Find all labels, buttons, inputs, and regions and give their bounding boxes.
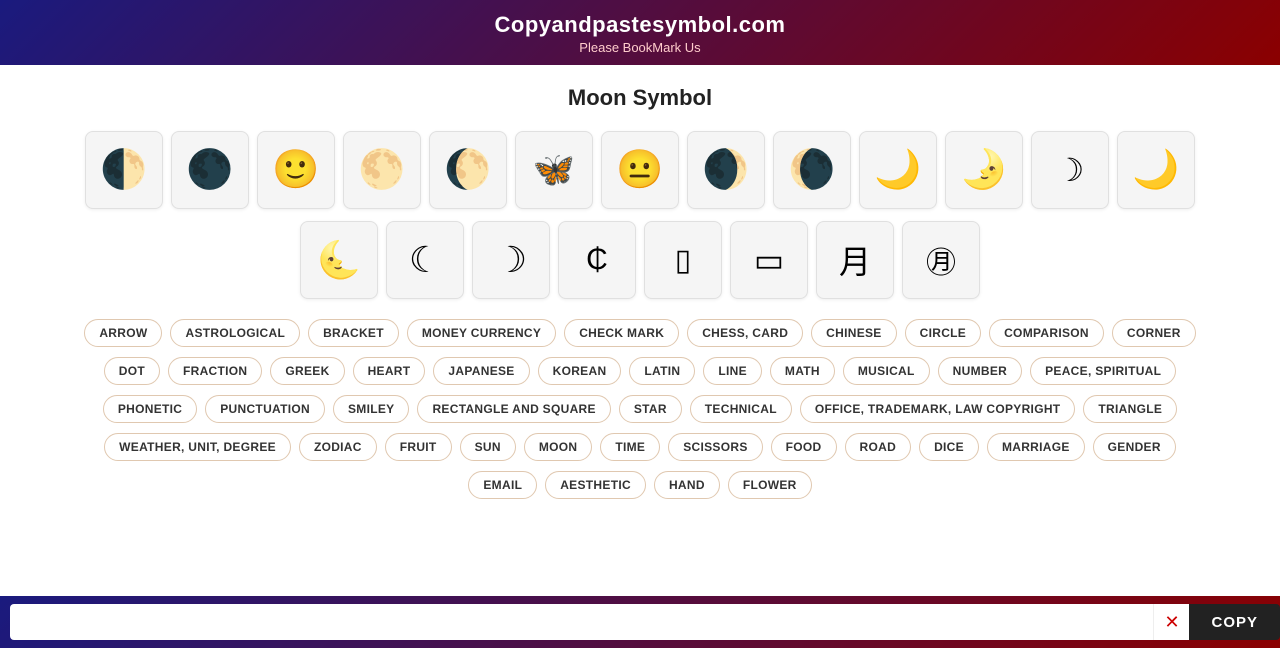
category-phonetic[interactable]: PHONETIC <box>103 395 197 423</box>
category-zodiac[interactable]: ZODIAC <box>299 433 377 461</box>
category-arrow[interactable]: ARROW <box>84 319 162 347</box>
category-star[interactable]: STAR <box>619 395 682 423</box>
site-subtitle: Please BookMark Us <box>0 40 1280 55</box>
category-latin[interactable]: LATIN <box>629 357 695 385</box>
symbol-cell[interactable]: ☽ <box>472 221 550 299</box>
symbol-row-1: 🌓 🌑 🙂 🌕 🌔 🦋 😐 🌒 🌘 🌙 🌛 ☽ 🌙 <box>30 131 1250 209</box>
symbol-cell[interactable]: ▭ <box>730 221 808 299</box>
category-aesthetic[interactable]: AESTHETIC <box>545 471 646 499</box>
category-dot[interactable]: DOT <box>104 357 160 385</box>
page-title: Moon Symbol <box>30 85 1250 111</box>
category-row-3: PHONETIC PUNCTUATION SMILEY RECTANGLE AN… <box>30 395 1250 423</box>
symbol-cell[interactable]: 🌓 <box>85 131 163 209</box>
site-title: Copyandpastesymbol.com <box>0 12 1280 38</box>
category-flower[interactable]: FLOWER <box>728 471 812 499</box>
category-time[interactable]: TIME <box>600 433 660 461</box>
category-dice[interactable]: DICE <box>919 433 979 461</box>
symbol-cell[interactable]: 🙂 <box>257 131 335 209</box>
category-sun[interactable]: SUN <box>460 433 516 461</box>
clear-button[interactable]: ✕ <box>1153 604 1189 640</box>
symbol-cell[interactable]: ㊊ <box>902 221 980 299</box>
symbol-cell[interactable]: 🌔 <box>429 131 507 209</box>
category-number[interactable]: NUMBER <box>938 357 1022 385</box>
category-chess-card[interactable]: CHESS, CARD <box>687 319 803 347</box>
symbol-cell[interactable]: ☾ <box>386 221 464 299</box>
copy-button[interactable]: COPY <box>1189 604 1280 640</box>
main-content: Moon Symbol 🌓 🌑 🙂 🌕 🌔 🦋 😐 🌒 🌘 🌙 🌛 ☽ 🌙 🌜 … <box>0 65 1280 596</box>
symbol-cell[interactable]: 🌒 <box>687 131 765 209</box>
symbol-cell[interactable]: 🌙 <box>859 131 937 209</box>
symbol-cell[interactable]: 🌛 <box>945 131 1023 209</box>
category-heart[interactable]: HEART <box>353 357 426 385</box>
category-circle[interactable]: CIRCLE <box>905 319 981 347</box>
category-korean[interactable]: KOREAN <box>538 357 622 385</box>
site-header: Copyandpastesymbol.com Please BookMark U… <box>0 0 1280 65</box>
category-row-2: DOT FRACTION GREEK HEART JAPANESE KOREAN… <box>30 357 1250 385</box>
category-triangle[interactable]: TRIANGLE <box>1083 395 1177 423</box>
symbol-row-2: 🌜 ☾ ☽ ₵ ▯ ▭ 月 ㊊ <box>30 221 1250 299</box>
category-math[interactable]: MATH <box>770 357 835 385</box>
category-row-1: ARROW ASTROLOGICAL BRACKET MONEY CURRENC… <box>30 319 1250 347</box>
category-line[interactable]: LINE <box>703 357 762 385</box>
symbol-cell[interactable]: 🦋 <box>515 131 593 209</box>
category-technical[interactable]: TECHNICAL <box>690 395 792 423</box>
category-road[interactable]: ROAD <box>845 433 912 461</box>
symbol-cell[interactable]: 🌙 <box>1117 131 1195 209</box>
symbol-cell[interactable]: 😐 <box>601 131 679 209</box>
categories-section: ARROW ASTROLOGICAL BRACKET MONEY CURRENC… <box>30 319 1250 499</box>
category-weather[interactable]: WEATHER, UNIT, DEGREE <box>104 433 291 461</box>
symbol-cell[interactable]: 月 <box>816 221 894 299</box>
symbol-cell[interactable]: ₵ <box>558 221 636 299</box>
category-bracket[interactable]: BRACKET <box>308 319 399 347</box>
category-punctuation[interactable]: PUNCTUATION <box>205 395 325 423</box>
category-email[interactable]: EMAIL <box>468 471 537 499</box>
category-corner[interactable]: CORNER <box>1112 319 1196 347</box>
symbol-cell[interactable]: 🌕 <box>343 131 421 209</box>
category-money-currency[interactable]: MONEY CURRENCY <box>407 319 556 347</box>
bottom-bar: ✕ COPY <box>0 596 1280 648</box>
category-row-5: EMAIL AESTHETIC HAND FLOWER <box>30 471 1250 499</box>
category-moon[interactable]: MOON <box>524 433 593 461</box>
category-food[interactable]: FOOD <box>771 433 837 461</box>
category-office-trademark[interactable]: OFFICE, TRADEMARK, LAW COPYRIGHT <box>800 395 1076 423</box>
category-gender[interactable]: GENDER <box>1093 433 1176 461</box>
category-comparison[interactable]: COMPARISON <box>989 319 1104 347</box>
symbol-cell[interactable]: 🌑 <box>171 131 249 209</box>
symbol-cell[interactable]: 🌘 <box>773 131 851 209</box>
category-hand[interactable]: HAND <box>654 471 720 499</box>
category-row-4: WEATHER, UNIT, DEGREE ZODIAC FRUIT SUN M… <box>30 433 1250 461</box>
category-scissors[interactable]: SCISSORS <box>668 433 762 461</box>
category-smiley[interactable]: SMILEY <box>333 395 409 423</box>
category-peace-spiritual[interactable]: PEACE, SPIRITUAL <box>1030 357 1176 385</box>
symbol-cell[interactable]: 🌜 <box>300 221 378 299</box>
category-rectangle-square[interactable]: RECTANGLE AND SQUARE <box>417 395 610 423</box>
symbol-cell[interactable]: ▯ <box>644 221 722 299</box>
symbol-cell[interactable]: ☽ <box>1031 131 1109 209</box>
category-fraction[interactable]: FRACTION <box>168 357 262 385</box>
category-musical[interactable]: MUSICAL <box>843 357 930 385</box>
category-chinese[interactable]: CHINESE <box>811 319 896 347</box>
copy-input[interactable] <box>10 604 1153 640</box>
category-japanese[interactable]: JAPANESE <box>433 357 529 385</box>
category-greek[interactable]: GREEK <box>270 357 344 385</box>
category-astrological[interactable]: ASTROLOGICAL <box>170 319 300 347</box>
category-fruit[interactable]: FRUIT <box>385 433 452 461</box>
category-marriage[interactable]: MARRIAGE <box>987 433 1085 461</box>
category-check-mark[interactable]: CHECK MARK <box>564 319 679 347</box>
